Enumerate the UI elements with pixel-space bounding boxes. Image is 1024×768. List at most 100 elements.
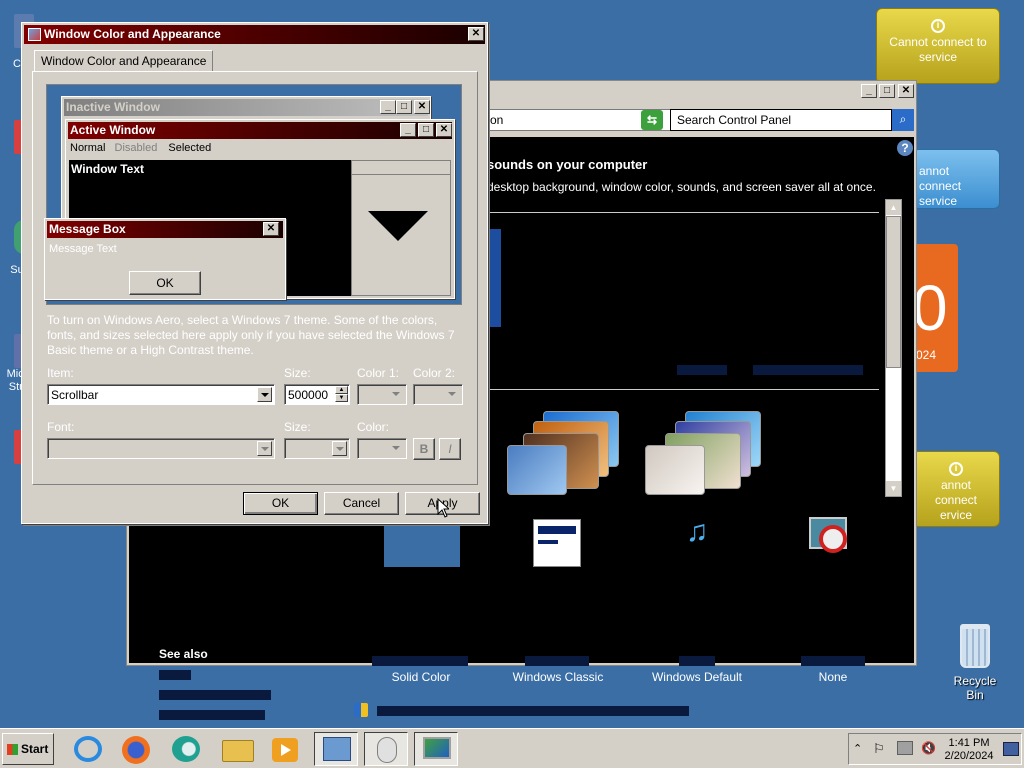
- bold-button[interactable]: B: [413, 438, 435, 460]
- internet-explorer-icon[interactable]: [66, 732, 110, 766]
- preview-message-box[interactable]: Message Box ✕ Message Text OK: [44, 218, 286, 300]
- chevron-down-icon[interactable]: [257, 387, 272, 402]
- firefox-icon[interactable]: [114, 732, 158, 766]
- window-color-dialog[interactable]: Window Color and Appearance ✕ Window Col…: [21, 22, 488, 524]
- dialog-title: Window Color and Appearance: [44, 27, 221, 41]
- search-icon[interactable]: ⌕: [892, 109, 914, 131]
- theme-item-windows-classic[interactable]: Windows Classic: [498, 670, 618, 684]
- info-icon: i: [931, 19, 945, 33]
- color1-picker[interactable]: [357, 384, 407, 405]
- sounds-link[interactable]: [679, 656, 715, 666]
- high-contrast-theme-thumbnail[interactable]: [641, 411, 761, 501]
- close-icon: ✕: [414, 100, 430, 114]
- window-color-icon[interactable]: [533, 519, 581, 567]
- screen-saver-link[interactable]: [801, 656, 865, 666]
- dialog-titlebar[interactable]: Window Color and Appearance ✕: [24, 25, 485, 44]
- weather-gadget-text: annot connect ervice: [934, 478, 978, 522]
- maximize-button[interactable]: □: [879, 84, 895, 98]
- item-select[interactable]: Scrollbar: [47, 384, 275, 405]
- flag-icon[interactable]: ⚐: [873, 741, 885, 757]
- color2-picker[interactable]: [413, 384, 463, 405]
- clock[interactable]: 1:41 PM 2/20/2024: [941, 737, 997, 763]
- weather-gadget[interactable]: i annot connect ervice: [912, 451, 1000, 527]
- show-desktop-icon[interactable]: [1003, 742, 1019, 756]
- font-select[interactable]: [47, 438, 275, 459]
- font-size-select[interactable]: [284, 438, 350, 459]
- desktop-background-link[interactable]: [372, 656, 468, 666]
- clock-time: 1:41 PM: [948, 737, 990, 749]
- refresh-button[interactable]: ⇆: [641, 110, 663, 130]
- aero-note: To turn on Windows Aero, select a Window…: [47, 313, 455, 357]
- minimize-button[interactable]: _: [861, 84, 877, 98]
- media-player-icon[interactable]: [264, 732, 308, 766]
- menu-selected: Selected: [166, 142, 214, 154]
- weather-gadget[interactable]: i Cannot connect to service: [876, 8, 1000, 84]
- save-theme-link[interactable]: [677, 365, 727, 375]
- see-also-link-display[interactable]: [159, 670, 191, 680]
- bold-label: B: [419, 442, 429, 456]
- theme-name: Solid Color: [391, 670, 451, 684]
- themes-scrollbar[interactable]: ▲ ▼: [885, 199, 902, 497]
- font-color-picker[interactable]: [357, 438, 407, 459]
- close-button[interactable]: ✕: [468, 27, 484, 41]
- network-icon[interactable]: [897, 741, 913, 755]
- scroll-down-arrow[interactable]: ▼: [886, 481, 901, 496]
- chevron-down-icon[interactable]: [445, 387, 460, 402]
- see-also-heading: See also: [159, 647, 208, 661]
- menu-disabled: Disabled: [114, 142, 158, 154]
- folder-icon[interactable]: [216, 732, 260, 766]
- chat-app-icon[interactable]: [164, 732, 208, 766]
- preview-ok-button[interactable]: OK: [129, 271, 201, 295]
- troubleshoot-link[interactable]: [377, 706, 689, 716]
- calendar-gadget[interactable]: 0 024: [912, 244, 958, 372]
- see-also-link-ease-of-access[interactable]: [159, 710, 265, 720]
- chevron-down-icon[interactable]: [332, 441, 347, 456]
- calendar-year: 024: [916, 348, 937, 362]
- theme-preview-edge: [487, 229, 501, 327]
- help-icon[interactable]: ?: [897, 140, 913, 156]
- shield-icon: [354, 703, 368, 717]
- tab-window-color[interactable]: Window Color and Appearance: [34, 50, 214, 72]
- divider: [487, 389, 879, 390]
- cancel-button[interactable]: Cancel: [324, 492, 399, 515]
- font-size-label: Size:: [284, 420, 311, 434]
- close-button[interactable]: ✕: [898, 84, 914, 98]
- ok-button[interactable]: OK: [243, 492, 318, 515]
- theme-item-solid-color[interactable]: Solid Color: [361, 670, 481, 684]
- start-button[interactable]: Start: [2, 733, 54, 765]
- screen-saver-icon[interactable]: [809, 517, 857, 565]
- basic-theme-thumbnail[interactable]: [503, 411, 623, 501]
- italic-button[interactable]: I: [439, 438, 461, 460]
- chevron-down-icon[interactable]: [257, 441, 272, 456]
- theme-item-windows-default[interactable]: Windows Default: [637, 670, 757, 684]
- maximize-icon: □: [396, 100, 412, 114]
- theme-item-none[interactable]: None: [773, 670, 893, 684]
- font-color-label: Color:: [357, 420, 390, 434]
- chevron-down-icon[interactable]: [389, 387, 404, 402]
- desktop-background-icon[interactable]: [384, 519, 460, 567]
- recycle-bin[interactable]: Recycle Bin: [944, 624, 1006, 702]
- display-task[interactable]: [414, 732, 458, 766]
- control-panel-task[interactable]: [314, 732, 358, 766]
- scroll-up-arrow[interactable]: ▲: [886, 200, 901, 215]
- color2-label: Color 2:: [413, 366, 456, 380]
- see-also-link-taskbar[interactable]: [159, 690, 271, 700]
- window-color-link[interactable]: [525, 656, 589, 666]
- volume-muted-icon[interactable]: 🔇: [921, 741, 936, 755]
- mouse-task[interactable]: [364, 732, 408, 766]
- chevron-down-icon[interactable]: [389, 441, 404, 456]
- recycle-bin-icon: [960, 624, 990, 668]
- font-label: Font:: [47, 420, 75, 434]
- maximize-icon: □: [418, 123, 434, 137]
- search-input[interactable]: Search Control Panel: [670, 109, 892, 131]
- weather-gadget[interactable]: annot connect service: [912, 149, 1000, 209]
- clock-date: 2/20/2024: [944, 750, 994, 762]
- sounds-icon[interactable]: ♫: [673, 515, 721, 567]
- minimize-icon: _: [380, 100, 396, 114]
- system-tray: ⌃ ⚐ 🔇 1:41 PM 2/20/2024: [848, 733, 1022, 765]
- stepper-arrows[interactable]: ▲ ▼: [335, 386, 348, 403]
- size-stepper[interactable]: 500000 ▲ ▼: [284, 384, 350, 405]
- show-hidden-icons-icon[interactable]: ⌃: [853, 742, 862, 755]
- scroll-thumb[interactable]: [886, 216, 901, 368]
- get-more-themes-link[interactable]: [753, 365, 863, 375]
